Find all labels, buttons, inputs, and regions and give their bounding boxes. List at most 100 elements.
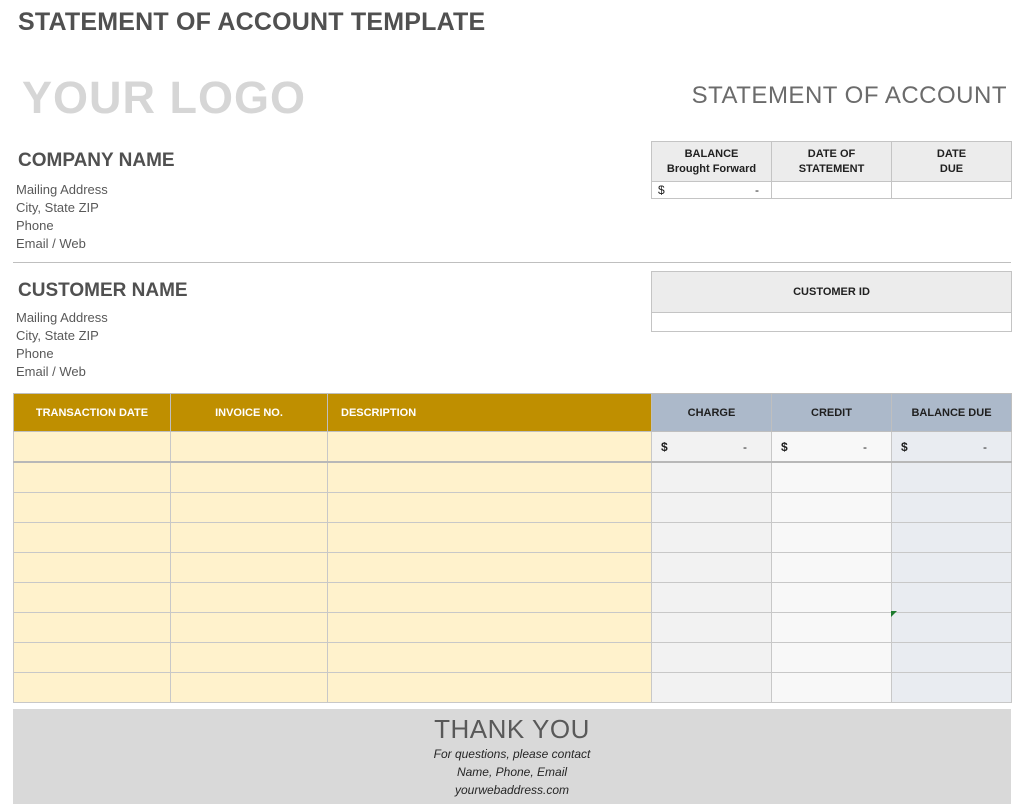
invoice-no-cell[interactable] <box>170 612 328 643</box>
credit-cell[interactable] <box>771 492 892 523</box>
balance-due-cell[interactable] <box>891 552 1012 583</box>
description-cell[interactable] <box>327 582 652 613</box>
date-due-header: DATE DUE <box>891 141 1012 182</box>
date-due-label: DATE <box>936 147 967 160</box>
transaction-date-cell[interactable] <box>13 492 171 523</box>
description-cell[interactable] <box>327 461 652 493</box>
charge-cell[interactable]: $ - <box>651 431 772 463</box>
invoice-no-cell[interactable] <box>170 461 328 493</box>
balance-due-value: - <box>983 439 987 454</box>
customer-email-web: Email / Web <box>16 364 86 379</box>
description-cell[interactable] <box>327 522 652 553</box>
invoice-no-cell[interactable] <box>170 522 328 553</box>
balance-due-cell[interactable]: $ - <box>891 431 1012 463</box>
table-row <box>13 672 1012 703</box>
credit-value: - <box>863 439 867 454</box>
balance-forward-currency: $ <box>658 183 665 197</box>
balance-forward-value: - <box>755 183 759 197</box>
cell-comment-marker <box>891 611 897 617</box>
balance-due-cell[interactable] <box>891 612 1012 643</box>
template-title: STATEMENT OF ACCOUNT TEMPLATE <box>18 8 486 36</box>
invoice-no-cell[interactable] <box>170 431 328 463</box>
credit-cell[interactable] <box>771 582 892 613</box>
company-name: COMPANY NAME <box>18 150 175 171</box>
invoice-no-cell[interactable] <box>170 492 328 523</box>
transaction-date-cell[interactable] <box>13 522 171 553</box>
transaction-date-cell[interactable] <box>13 461 171 493</box>
charge-cell[interactable] <box>651 461 772 493</box>
customer-id-header: CUSTOMER ID <box>651 271 1012 313</box>
description-cell[interactable] <box>327 642 652 673</box>
balance-due-cell[interactable] <box>891 672 1012 703</box>
credit-cell[interactable] <box>771 642 892 673</box>
charge-currency: $ <box>661 439 668 454</box>
customer-city-state-zip: City, State ZIP <box>16 328 99 343</box>
invoice-no-cell[interactable] <box>170 582 328 613</box>
table-row <box>13 582 1012 613</box>
charge-cell[interactable] <box>651 552 772 583</box>
credit-cell[interactable] <box>771 552 892 583</box>
date-of-statement-cell[interactable] <box>771 181 892 199</box>
invoice-no-cell[interactable] <box>170 552 328 583</box>
credit-header: CREDIT <box>771 393 892 432</box>
balance-due-cell[interactable] <box>891 461 1012 493</box>
transaction-date-header: TRANSACTION DATE <box>13 393 171 432</box>
charge-cell[interactable] <box>651 492 772 523</box>
charge-cell[interactable] <box>651 522 772 553</box>
transactions-header-row: TRANSACTION DATE INVOICE NO. DESCRIPTION… <box>13 393 1012 432</box>
contact-line-1: For questions, please contact <box>433 747 591 761</box>
balance-forward-cell[interactable]: $ - <box>651 181 772 199</box>
transaction-date-cell[interactable] <box>13 552 171 583</box>
company-city-state-zip: City, State ZIP <box>16 200 99 215</box>
invoice-no-cell[interactable] <box>170 642 328 673</box>
charge-cell[interactable] <box>651 612 772 643</box>
contact-line-3: yourwebaddress.com <box>454 783 570 797</box>
table-row <box>13 642 1012 673</box>
credit-cell[interactable] <box>771 672 892 703</box>
table-row <box>13 522 1012 553</box>
description-header: DESCRIPTION <box>327 393 652 432</box>
charge-cell[interactable] <box>651 582 772 613</box>
table-row <box>13 461 1012 493</box>
charge-cell[interactable] <box>651 672 772 703</box>
customer-id-cell[interactable] <box>651 312 1012 332</box>
description-cell[interactable] <box>327 552 652 583</box>
description-cell[interactable] <box>327 612 652 643</box>
balance-due-cell[interactable] <box>891 582 1012 613</box>
thank-you-text: THANK YOU <box>434 714 590 744</box>
transaction-date-cell[interactable] <box>13 672 171 703</box>
description-cell[interactable] <box>327 431 652 463</box>
credit-cell[interactable] <box>771 522 892 553</box>
balance-due-cell[interactable] <box>891 492 1012 523</box>
charge-value: - <box>743 439 747 454</box>
credit-cell[interactable]: $ - <box>771 431 892 463</box>
credit-cell[interactable] <box>771 612 892 643</box>
section-divider <box>13 262 1011 263</box>
customer-name: CUSTOMER NAME <box>18 280 188 301</box>
balance-due-cell[interactable] <box>891 642 1012 673</box>
transaction-date-cell[interactable] <box>13 582 171 613</box>
company-phone: Phone <box>16 218 54 233</box>
table-row: $ - $ - $ - <box>13 431 1012 463</box>
balance-due-header: BALANCE DUE <box>891 393 1012 432</box>
date-due-sublabel: DUE <box>939 162 964 175</box>
description-cell[interactable] <box>327 672 652 703</box>
customer-id-table: CUSTOMER ID <box>651 271 1012 332</box>
invoice-no-cell[interactable] <box>170 672 328 703</box>
credit-currency: $ <box>781 439 788 454</box>
statement-summary-table: BALANCE Brought Forward DATE OF STATEMEN… <box>651 141 1012 199</box>
charge-header: CHARGE <box>651 393 772 432</box>
transaction-date-cell[interactable] <box>13 612 171 643</box>
credit-cell[interactable] <box>771 461 892 493</box>
date-due-cell[interactable] <box>891 181 1012 199</box>
balance-due-cell[interactable] <box>891 522 1012 553</box>
date-of-statement-header: DATE OF STATEMENT <box>771 141 892 182</box>
table-row <box>13 552 1012 583</box>
transaction-date-cell[interactable] <box>13 642 171 673</box>
charge-cell[interactable] <box>651 642 772 673</box>
description-cell[interactable] <box>327 492 652 523</box>
table-row <box>13 492 1012 523</box>
transactions-table: TRANSACTION DATE INVOICE NO. DESCRIPTION… <box>13 393 1012 703</box>
statement-title: STATEMENT OF ACCOUNT <box>691 82 1007 109</box>
transaction-date-cell[interactable] <box>13 431 171 463</box>
